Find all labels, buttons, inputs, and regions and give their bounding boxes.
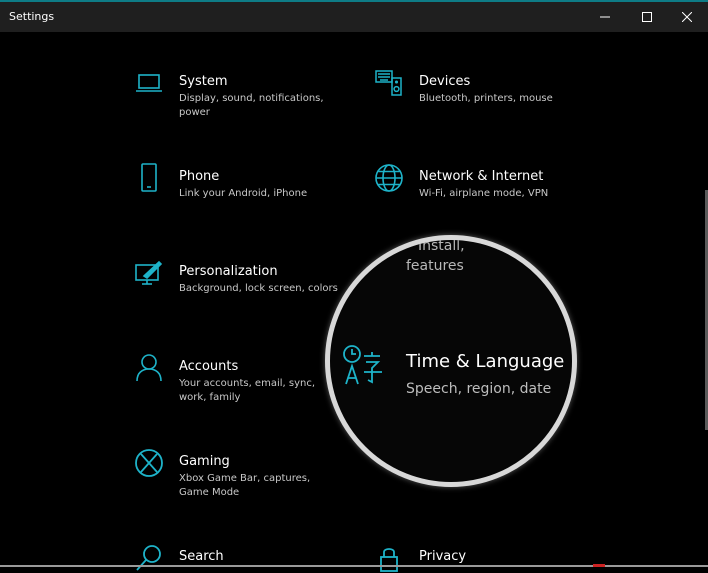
globe-icon xyxy=(374,163,404,193)
magnifier-tile-title[interactable]: Time & Language xyxy=(406,351,564,372)
tile-title: Phone xyxy=(179,169,220,184)
tile-description: Xbox Game Bar, captures, Game Mode xyxy=(179,473,311,498)
tile-description: Link your Android, iPhone xyxy=(179,188,308,199)
lock-icon xyxy=(374,543,404,573)
tile-description: Your accounts, email, sync, work, family xyxy=(179,378,316,403)
xbox-icon xyxy=(134,448,164,478)
close-icon xyxy=(682,12,692,22)
phone-icon xyxy=(134,163,164,193)
tile-title: Search xyxy=(179,549,224,564)
tile-description: Display, sound, notifications, power xyxy=(179,93,324,118)
title-bar: Settings xyxy=(0,0,708,32)
laptop-icon xyxy=(134,68,164,98)
paint-monitor-icon xyxy=(134,258,164,288)
window-title: Settings xyxy=(9,10,55,23)
close-button[interactable] xyxy=(666,2,708,32)
maximize-icon xyxy=(642,12,652,22)
keyboard-speaker-icon xyxy=(374,68,404,98)
magnifier-fragment: features xyxy=(406,258,464,274)
magnifier-fragment: Install, xyxy=(418,238,465,254)
tile-title: Network & Internet xyxy=(419,169,544,184)
tile-description: Wi-Fi, airplane mode, VPN xyxy=(419,188,549,199)
tile-title: Gaming xyxy=(179,454,230,469)
minimize-icon xyxy=(600,16,610,18)
tile-title: Privacy xyxy=(419,549,467,564)
tile-description: Bluetooth, printers, mouse xyxy=(419,93,553,104)
magnifier-tile-description: Speech, region, date xyxy=(406,381,552,397)
magnifier-lens: Install, features Time & Language Speech… xyxy=(325,235,577,487)
tile-title: Accounts xyxy=(179,359,239,374)
tile-title: Devices xyxy=(419,74,471,89)
maximize-button[interactable] xyxy=(626,2,668,32)
tile-title: Personalization xyxy=(179,264,278,279)
search-icon xyxy=(134,543,164,573)
person-icon xyxy=(134,353,164,383)
tile-description: Background, lock screen, colors xyxy=(179,283,338,294)
minimize-button[interactable] xyxy=(584,2,626,32)
time-language-icon xyxy=(340,344,386,390)
tile-title: System xyxy=(179,74,228,89)
